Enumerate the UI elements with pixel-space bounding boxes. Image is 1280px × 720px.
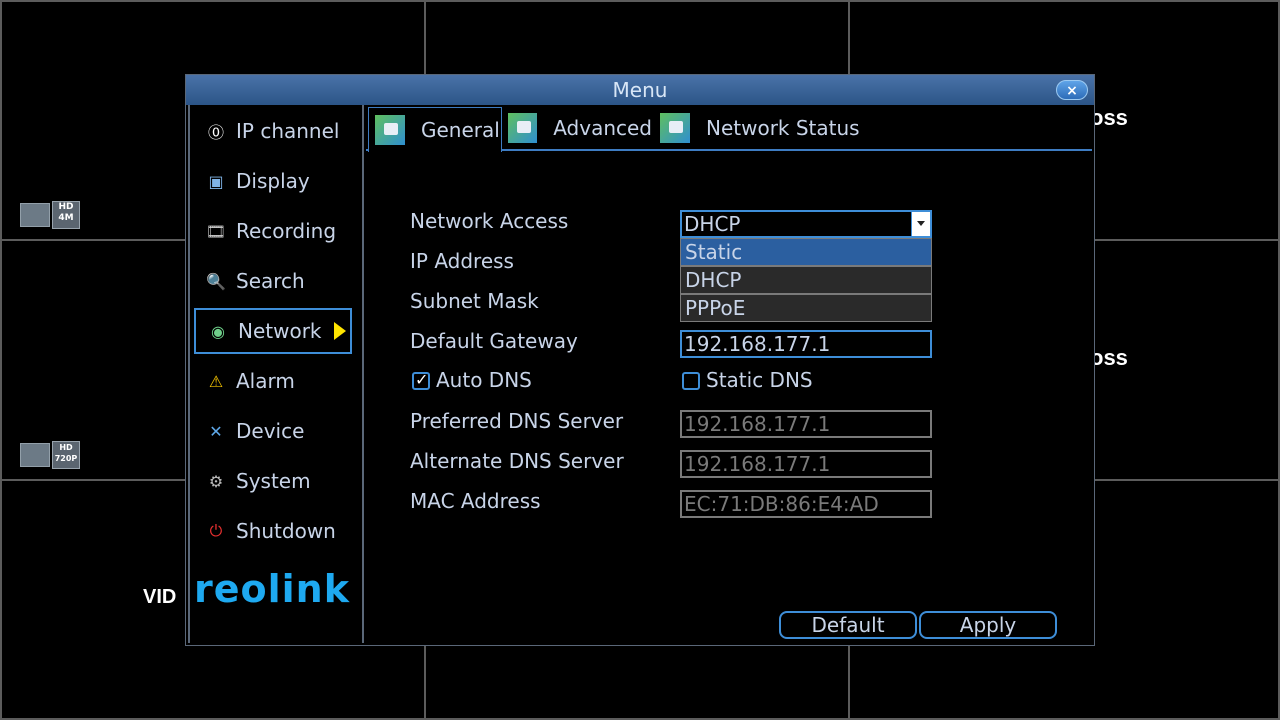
preferred-dns-label: Preferred DNS Server [410, 409, 624, 433]
network-settings-panel: General Advanced Network Status Network … [366, 105, 1092, 643]
network-access-value: DHCP [684, 212, 741, 236]
network-access-label: Network Access [410, 209, 569, 233]
apply-button[interactable]: Apply [919, 611, 1057, 639]
tab-label: General [421, 118, 500, 142]
alarm-icon: ⚠ [208, 371, 224, 391]
mac-address-label: MAC Address [410, 489, 541, 513]
general-tab-icon [375, 115, 405, 145]
tab-bar: General Advanced Network Status [366, 105, 1092, 152]
tab-general[interactable]: General [368, 107, 502, 152]
sidebar-item-network[interactable]: ◉ Network [194, 308, 352, 354]
close-button[interactable]: × [1056, 80, 1088, 100]
sidebar-item-label: Search [236, 269, 305, 293]
default-gateway-label: Default Gateway [410, 329, 578, 353]
sidebar-item-system[interactable]: ⚙ System [194, 458, 352, 504]
sidebar: ⓪ IP channel ▣ Display 🎞 Recording 🔍 Sea… [188, 105, 364, 643]
alternate-dns-label: Alternate DNS Server [410, 449, 624, 473]
camera-icon [20, 443, 50, 467]
sidebar-item-shutdown[interactable]: ⏻ Shutdown [194, 508, 352, 554]
recording-icon: 🎞 [205, 221, 227, 241]
tab-label: Network Status [706, 116, 860, 140]
dropdown-option-static[interactable]: Static [680, 238, 932, 266]
shutdown-icon: ⏻ [209, 521, 223, 540]
auto-dns-label: Auto DNS [436, 368, 532, 392]
sidebar-item-label: IP channel [236, 119, 340, 143]
network-access-dropdown: Static DHCP PPPoE [680, 238, 932, 322]
camera-icon [20, 203, 50, 227]
network-access-select[interactable]: DHCP [680, 210, 932, 238]
auto-dns-checkbox[interactable] [412, 370, 430, 390]
menu-window: Menu × ⓪ IP channel ▣ Display 🎞 Recordin… [185, 74, 1095, 646]
ip-address-label: IP Address [410, 249, 514, 273]
dropdown-option-pppoe[interactable]: PPPoE [680, 294, 932, 322]
close-icon: × [1066, 83, 1078, 99]
tab-advanced[interactable]: Advanced [502, 107, 652, 149]
sidebar-item-device[interactable]: ✕ Device [194, 408, 352, 454]
sidebar-item-alarm[interactable]: ⚠ Alarm [194, 358, 352, 404]
camera-badge-hd-4m: HD 4M [20, 200, 80, 230]
tab-label: Advanced [553, 116, 652, 140]
dropdown-option-dhcp[interactable]: DHCP [680, 266, 932, 294]
ip-channel-icon: ⓪ [207, 123, 224, 142]
sidebar-item-label: Alarm [236, 369, 295, 393]
sidebar-item-label: Device [236, 419, 305, 443]
device-icon: ✕ [209, 421, 223, 441]
subnet-mask-label: Subnet Mask [410, 289, 539, 313]
static-dns-label: Static DNS [706, 368, 813, 392]
sidebar-item-display[interactable]: ▣ Display [194, 158, 352, 204]
sidebar-item-label: Shutdown [236, 519, 336, 543]
title-bar: Menu × [186, 75, 1094, 105]
static-dns-checkbox[interactable] [682, 372, 700, 390]
grid-border-top [0, 0, 1280, 2]
channel-overlay-text: VID [141, 586, 179, 609]
search-icon: 🔍 [206, 271, 226, 291]
sidebar-item-search[interactable]: 🔍 Search [194, 258, 352, 304]
sidebar-item-recording[interactable]: 🎞 Recording [194, 208, 352, 254]
network-status-tab-icon [660, 113, 690, 143]
hd-badge: HD 4M [52, 201, 80, 229]
alternate-dns-field[interactable]: 192.168.177.1 [680, 450, 932, 478]
sidebar-item-label: Recording [236, 219, 337, 243]
brand-logo: reolink [194, 567, 350, 611]
hd-badge: HD 720P [52, 441, 80, 469]
sidebar-item-label: System [236, 469, 311, 493]
camera-badge-hd-720p: HD 720P [20, 440, 80, 470]
grid-border-left [0, 0, 2, 720]
display-icon: ▣ [208, 171, 224, 191]
preferred-dns-field[interactable]: 192.168.177.1 [680, 410, 932, 438]
mac-address-field: EC:71:DB:86:E4:AD [680, 490, 932, 518]
sidebar-item-label: Display [236, 169, 310, 193]
advanced-tab-icon [508, 113, 538, 143]
tab-network-status[interactable]: Network Status [654, 107, 864, 149]
sidebar-item-label: Network [238, 319, 322, 343]
system-icon: ⚙ [208, 471, 224, 491]
chevron-down-icon[interactable] [911, 212, 930, 236]
window-title: Menu [612, 78, 668, 102]
network-icon: ◉ [211, 321, 225, 341]
default-gateway-field[interactable]: 192.168.177.1 [680, 330, 932, 358]
sidebar-item-ip-channel[interactable]: ⓪ IP channel [194, 108, 352, 154]
selected-arrow-icon [334, 322, 346, 340]
default-button[interactable]: Default [779, 611, 917, 639]
